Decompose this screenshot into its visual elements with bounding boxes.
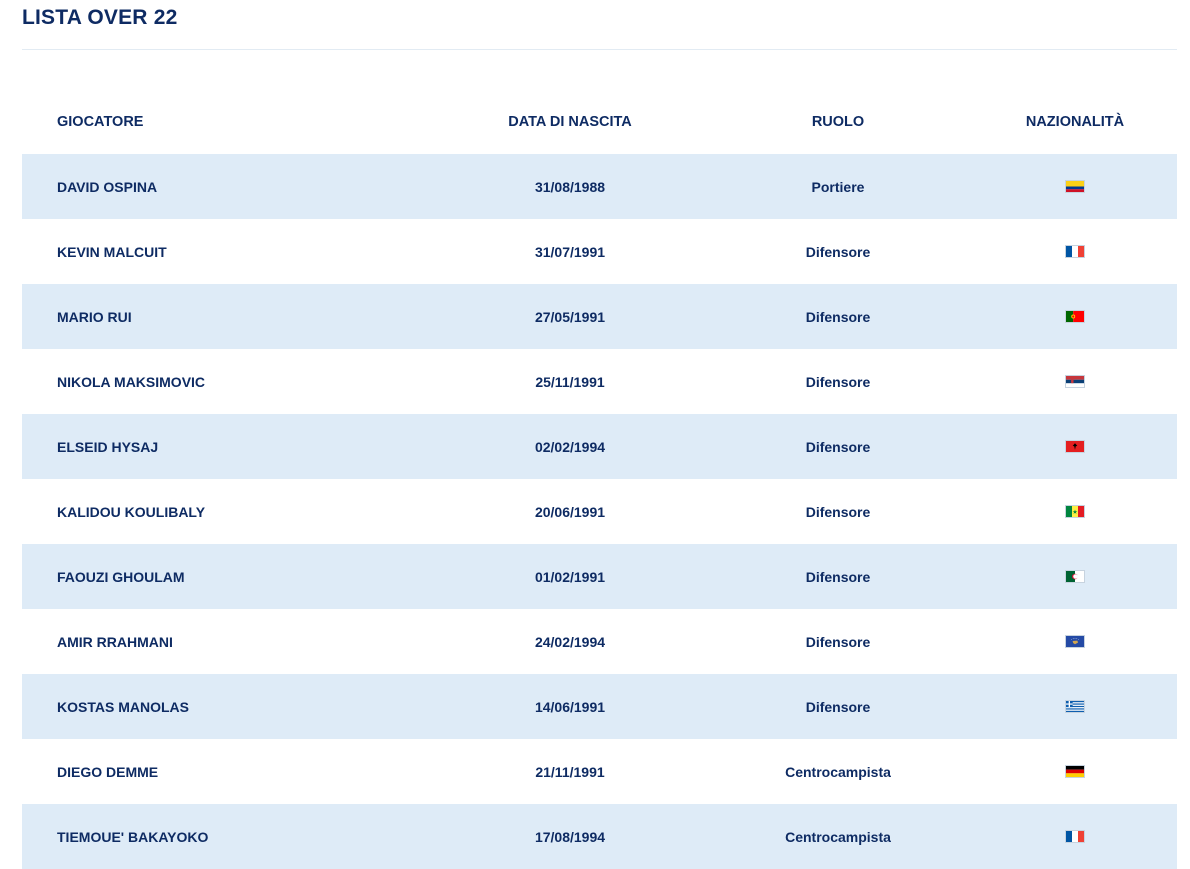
birth-date: 20/06/1991 xyxy=(534,503,606,520)
player-name: AMIR RRAHMANI xyxy=(57,633,173,650)
player-name: KOSTAS MANOLAS xyxy=(57,698,189,715)
table-row: KALIDOU KOULIBALY 20/06/1991 Difensore xyxy=(22,479,1177,544)
title-divider xyxy=(22,49,1177,50)
birth-date: 31/07/1991 xyxy=(534,243,606,260)
table-row: DIEGO DEMME 21/11/1991 Centrocampista xyxy=(22,739,1177,804)
nationality-cell xyxy=(973,180,1177,193)
player-role: Difensore xyxy=(805,373,871,390)
player-name: DAVID OSPINA xyxy=(57,178,158,195)
player-role: Centrocampista xyxy=(785,763,891,780)
nationality-cell xyxy=(973,375,1177,388)
header-nationality: NAZIONALITÀ xyxy=(1025,113,1125,130)
birth-date: 17/08/1994 xyxy=(534,828,606,845)
player-name: DIEGO DEMME xyxy=(57,763,159,780)
player-role: Difensore xyxy=(805,243,871,260)
kosovo-flag-icon xyxy=(1065,635,1085,648)
header-role: RUOLO xyxy=(811,113,865,130)
page: LISTA OVER 22 GIOCATORE DATA DI NASCITA … xyxy=(0,0,1190,869)
birth-date: 24/02/1994 xyxy=(534,633,606,650)
serbia-flag-icon xyxy=(1065,375,1085,388)
birth-date: 21/11/1991 xyxy=(535,763,605,780)
header-birth-date: DATA DI NASCITA xyxy=(508,113,632,130)
birth-date: 27/05/1991 xyxy=(534,308,606,325)
player-role: Centrocampista xyxy=(785,828,891,845)
player-name: FAOUZI GHOULAM xyxy=(57,568,185,585)
nationality-cell xyxy=(973,440,1177,453)
table-row: MARIO RUI 27/05/1991 Difensore xyxy=(22,284,1177,349)
player-name: TIEMOUE' BAKAYOKO xyxy=(57,828,209,845)
nationality-cell xyxy=(973,310,1177,323)
birth-date: 01/02/1991 xyxy=(534,568,606,585)
table-row: TIEMOUE' BAKAYOKO 17/08/1994 Centrocampist… xyxy=(22,804,1177,869)
portugal-flag-icon xyxy=(1065,310,1085,323)
france-flag-icon xyxy=(1065,245,1085,258)
table-row: ELSEID HYSAJ 02/02/1994 Difensore xyxy=(22,414,1177,479)
birth-date: 02/02/1994 xyxy=(534,438,606,455)
page-title: LISTA OVER 22 xyxy=(22,6,178,29)
table-row: DAVID OSPINA 31/08/1988 Portiere xyxy=(22,154,1177,219)
player-role: Difensore xyxy=(805,633,871,650)
nationality-cell xyxy=(973,765,1177,778)
player-name: ELSEID HYSAJ xyxy=(57,438,159,455)
player-role: Difensore xyxy=(805,568,871,585)
birth-date: 25/11/1991 xyxy=(535,373,605,390)
table-row: FAOUZI GHOULAM 01/02/1991 Difensore xyxy=(22,544,1177,609)
nationality-cell xyxy=(973,570,1177,583)
table-row: KEVIN MALCUIT 31/07/1991 Difensore xyxy=(22,219,1177,284)
players-table: GIOCATORE DATA DI NASCITA RUOLO NAZIONAL… xyxy=(22,89,1177,869)
table-body: DAVID OSPINA 31/08/1988 Portiere KEVIN MALC… xyxy=(22,154,1177,869)
player-role: Difensore xyxy=(805,308,871,325)
player-name: KALIDOU KOULIBALY xyxy=(57,503,206,520)
player-role: Difensore xyxy=(805,438,871,455)
germany-flag-icon xyxy=(1065,765,1085,778)
table-row: NIKOLA MAKSIMOVIC 25/11/1991 Difensore xyxy=(22,349,1177,414)
nationality-cell xyxy=(973,505,1177,518)
table-row: KOSTAS MANOLAS 14/06/1991 Difensore xyxy=(22,674,1177,739)
birth-date: 14/06/1991 xyxy=(534,698,606,715)
greece-flag-icon xyxy=(1065,700,1085,713)
player-name: KEVIN MALCUIT xyxy=(57,243,167,260)
player-role: Difensore xyxy=(805,698,871,715)
table-header: GIOCATORE DATA DI NASCITA RUOLO NAZIONAL… xyxy=(22,89,1177,154)
albania-flag-icon xyxy=(1065,440,1085,453)
colombia-flag-icon xyxy=(1065,180,1085,193)
france-flag-icon xyxy=(1065,830,1085,843)
player-role: Portiere xyxy=(811,178,865,195)
player-name: NIKOLA MAKSIMOVIC xyxy=(57,373,206,390)
header-player: GIOCATORE xyxy=(57,113,144,130)
player-name: MARIO RUI xyxy=(57,308,132,325)
player-role: Difensore xyxy=(805,503,871,520)
table-row: AMIR RRAHMANI 24/02/1994 Difensore xyxy=(22,609,1177,674)
nationality-cell xyxy=(973,245,1177,258)
senegal-flag-icon xyxy=(1065,505,1085,518)
birth-date: 31/08/1988 xyxy=(534,178,606,195)
nationality-cell xyxy=(973,830,1177,843)
algeria-flag-icon xyxy=(1065,570,1085,583)
nationality-cell xyxy=(973,700,1177,713)
nationality-cell xyxy=(973,635,1177,648)
